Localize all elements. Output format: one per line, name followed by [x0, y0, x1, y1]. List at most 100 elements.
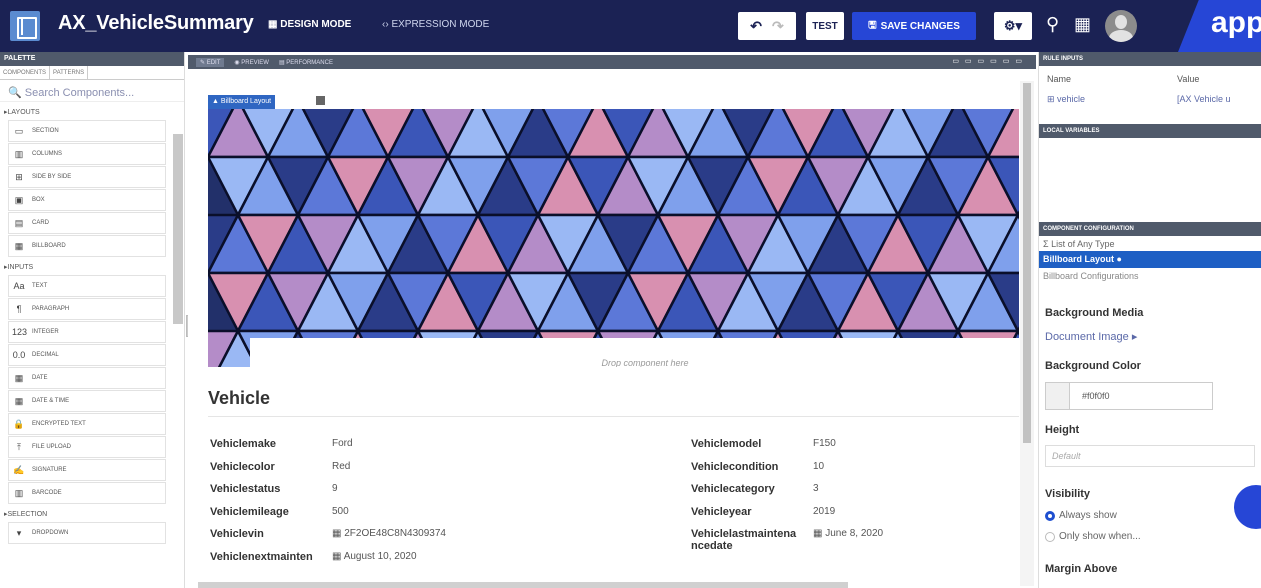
palette-item-signature[interactable]: ✍ SIGNATURE [8, 459, 166, 481]
canvas-horizontal-scrollbar[interactable] [198, 582, 848, 588]
undo-icon[interactable]: ↶ [750, 18, 762, 35]
help-icon[interactable]: ● [1117, 254, 1122, 264]
palette-item-card[interactable]: ▤ CARD [8, 212, 166, 234]
search-icon: 🔍 [8, 87, 25, 99]
palette-scrollbar[interactable] [173, 134, 183, 324]
device-preview-icons[interactable]: ▭▭▭▭▭▭ [952, 57, 1028, 65]
app-menu-icon[interactable] [10, 11, 40, 41]
palette-item-dropdown[interactable]: ▾ DROPDOWN [8, 522, 166, 544]
palette-item-barcode[interactable]: ▥ BARCODE [8, 482, 166, 504]
component-config-header[interactable]: COMPONENT CONFIGURATION [1039, 222, 1261, 236]
radio-always-show[interactable]: Always show [1039, 510, 1261, 521]
rule-inputs-header[interactable]: RULE INPUTS [1039, 52, 1261, 66]
billboard-layout-label[interactable]: ▲ Billboard Layout [208, 95, 276, 109]
scroll-thumb[interactable] [1023, 83, 1031, 443]
field-row[interactable]: Vehiclecategory 3 [691, 483, 819, 495]
field-value: 10 [813, 460, 825, 472]
field-row[interactable]: Vehiclecondition 10 [691, 461, 824, 473]
local-variables-header[interactable]: LOCAL VARIABLES [1039, 124, 1261, 138]
radio-unselected-icon [1045, 531, 1055, 542]
rule-input-row[interactable]: ⊞ vehicle [AX Vehicle u [1039, 88, 1261, 118]
design-mode-icon: ▦ [268, 19, 281, 30]
radio-only-show-when[interactable]: Only show when... [1039, 531, 1261, 542]
tab-patterns[interactable]: PATTERNS [50, 66, 89, 79]
tab-preview[interactable]: ◉ PREVIEW [234, 59, 269, 66]
palette-item-section[interactable]: ▭ SECTION [8, 120, 166, 142]
save-icon: 🖫 [868, 19, 877, 31]
palette-header: PALETTE [0, 52, 184, 66]
drop-zone[interactable]: Drop component here [250, 338, 1019, 367]
background-color-input[interactable]: #f0f0f0 [1045, 382, 1213, 410]
upload-icon: ⤒ [17, 441, 21, 452]
palette-item-columns[interactable]: ▥ COLUMNS [8, 143, 166, 165]
field-row[interactable]: Vehiclestatus 9 [210, 483, 338, 495]
breadcrumb-billboard[interactable]: Billboard Layout ● [1039, 251, 1261, 268]
palette-item-label: ENCRYPTED TEXT [32, 421, 86, 427]
palette-item-billboard[interactable]: ▦ BILLBOARD [8, 235, 166, 257]
palette-item-decimal[interactable]: 0.0 DECIMAL [8, 344, 166, 366]
background-media-link[interactable]: Document Image ▸ [1039, 330, 1261, 343]
palette-item-paragraph[interactable]: ¶ PARAGRAPH [8, 298, 166, 320]
palette-item-date-time[interactable]: ▦ DATE & TIME [8, 390, 166, 412]
radio-selected-icon [1045, 510, 1055, 521]
test-button[interactable]: TEST [806, 12, 844, 40]
section-inputs[interactable]: ▸INPUTS [0, 257, 184, 274]
palette-item-box[interactable]: ▣ BOX [8, 189, 166, 211]
field-label: Vehiclemileage [210, 505, 289, 518]
palette-item-encrypted-text[interactable]: 🔒 ENCRYPTED TEXT [8, 413, 166, 435]
search-input[interactable]: 🔍 Search Components... [0, 80, 184, 102]
calendar-icon: ▦ [332, 550, 344, 562]
field-row[interactable]: Vehiclemileage 500 [210, 506, 349, 518]
breadcrumb-billboard-config[interactable]: Billboard Configurations [1039, 268, 1261, 283]
tab-performance[interactable]: ▤ PERFORMANCE [279, 59, 333, 66]
billboard-options-icon[interactable] [316, 96, 325, 105]
palette-item-text[interactable]: Aa TEXT [8, 275, 166, 297]
breadcrumb-list[interactable]: Σ List of Any Type [1039, 236, 1261, 251]
abstract-background-image [208, 109, 1019, 367]
interface-title: AX_VehicleSummary [58, 12, 254, 34]
field-value: Red [332, 460, 351, 472]
background-color-label: Background Color [1045, 360, 1141, 372]
height-select[interactable]: Default [1045, 445, 1255, 467]
expression-mode-tab[interactable]: ‹› EXPRESSION MODE [382, 19, 489, 30]
field-value: ▦ August 10, 2020 [332, 550, 417, 562]
field-label: Vehiclestatus [210, 483, 281, 495]
palette-item-date[interactable]: ▦ DATE [8, 367, 166, 389]
field-label: Vehiclecategory [691, 483, 775, 495]
field-label: Vehiclenextmainten [210, 550, 313, 563]
field-row[interactable]: Vehiclemodel F150 [691, 438, 836, 450]
apps-grid-icon[interactable]: ▦ [1074, 14, 1091, 35]
settings-menu-button[interactable]: ⚙▾ [994, 12, 1032, 40]
calendar-icon: ▦ [813, 528, 826, 539]
field-label: Vehicleyear [691, 505, 752, 518]
section-layouts[interactable]: ▸LAYOUTS [0, 102, 184, 119]
color-swatch[interactable] [1046, 383, 1070, 409]
canvas-scrollbar[interactable] [1020, 81, 1034, 586]
box-icon: ▣ [14, 194, 24, 205]
field-row[interactable]: Vehiclecolor Red [210, 461, 350, 473]
field-label: Vehiclecondition [691, 460, 779, 473]
field-row[interactable]: Vehicleyear 2019 [691, 506, 835, 518]
field-row[interactable]: Vehiclenextmainten ▦ August 10, 2020 [210, 551, 417, 563]
design-mode-tab[interactable]: ▦ DESIGN MODE [268, 19, 351, 30]
palette-item-side-by-side[interactable]: ⊞ SIDE BY SIDE [8, 166, 166, 188]
field-row[interactable]: Vehiclelastmaintena ncedate ▦ June 8, 2020 [691, 528, 883, 552]
billboard-image[interactable]: Drop component here [208, 109, 1019, 367]
save-changes-button[interactable]: 🖫 SAVE CHANGES [852, 12, 976, 40]
tab-edit[interactable]: ✎ EDIT [196, 57, 225, 67]
expand-icon[interactable]: ⊞ [1047, 94, 1057, 104]
section-selection[interactable]: ▸SELECTION [0, 504, 184, 521]
sitemap-icon[interactable]: ⚲ [1046, 14, 1059, 35]
palette-item-integer[interactable]: 123 INTEGER [8, 321, 166, 343]
avatar[interactable] [1105, 10, 1137, 42]
field-value: Ford [332, 438, 353, 449]
field-row[interactable]: Vehiclevin ▦ 2F2OE48C8N4309374 [210, 528, 446, 540]
field-row[interactable]: Vehiclemake Ford [210, 438, 353, 450]
integer-icon: 123 [12, 327, 28, 337]
palette-item-file-upload[interactable]: ⤒ FILE UPLOAD [8, 436, 166, 458]
tab-components[interactable]: COMPONENTS [0, 66, 51, 79]
divider [208, 416, 1019, 417]
field-value: 9 [332, 483, 338, 494]
redo-icon[interactable]: ↷ [772, 18, 784, 35]
palette-item-label: SIGNATURE [32, 467, 67, 473]
